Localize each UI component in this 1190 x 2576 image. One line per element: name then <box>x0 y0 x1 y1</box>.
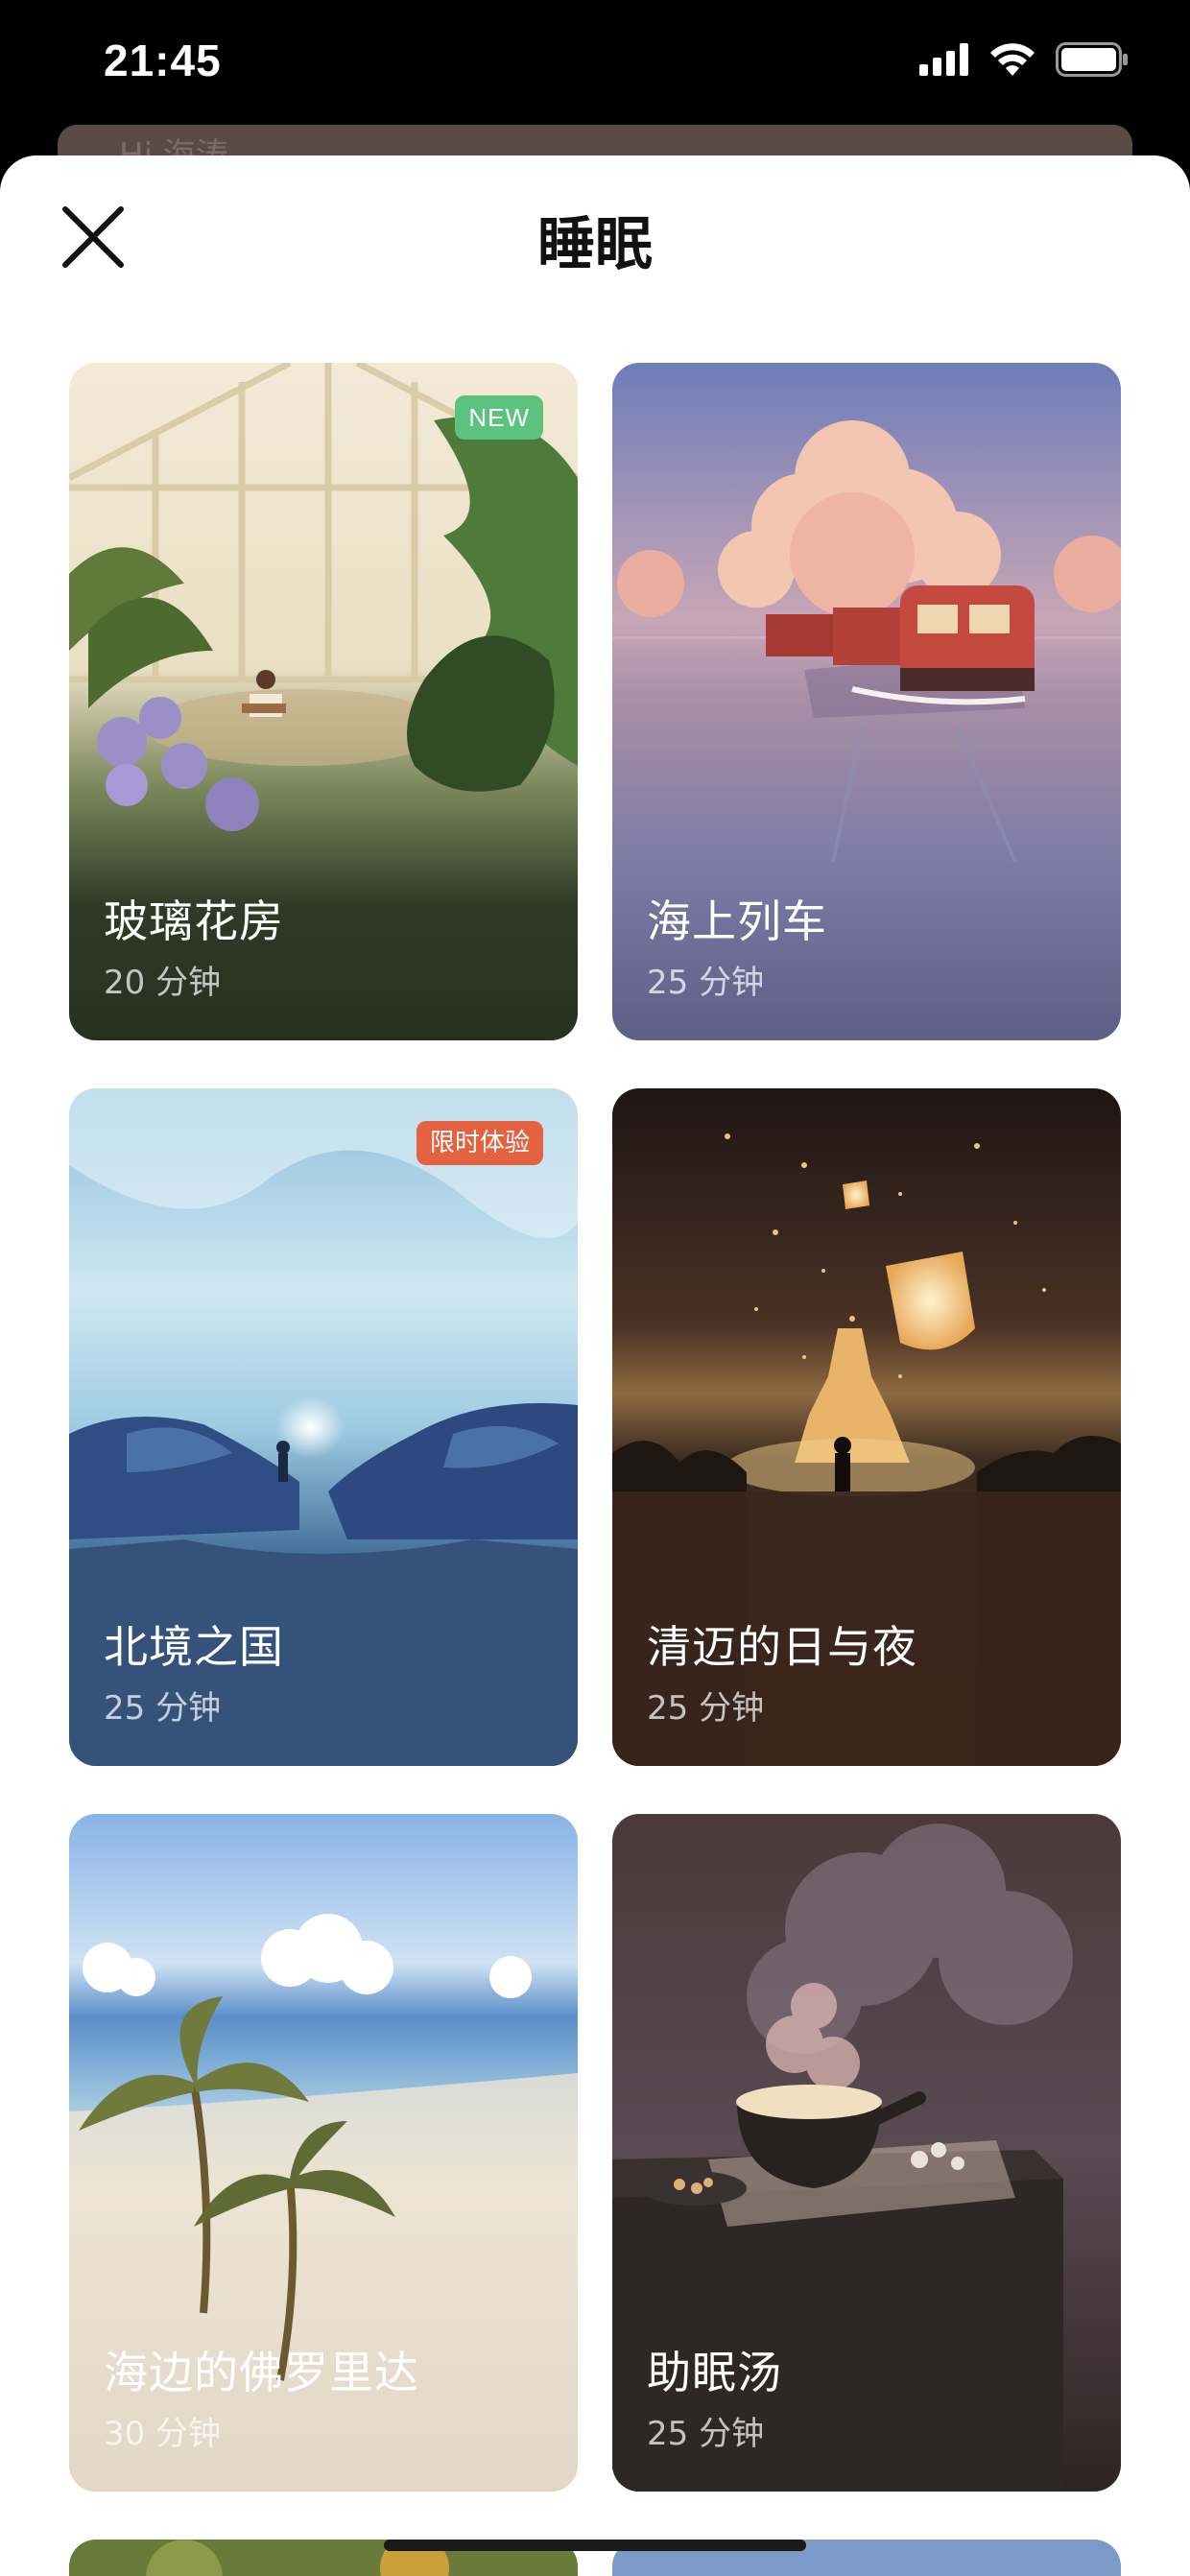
card-duration: 20 分钟 <box>104 964 222 1002</box>
card-title: 玻璃花房 <box>104 895 284 947</box>
sleep-card-soup[interactable]: 助眠汤 25 分钟 <box>612 1814 1121 2492</box>
card-duration: 25 分钟 <box>647 964 765 1002</box>
status-icons <box>919 42 1129 77</box>
card-title: 清迈的日与夜 <box>647 1621 917 1673</box>
card-duration: 25 分钟 <box>647 1689 765 1728</box>
sleep-card-lanterns[interactable]: 清迈的日与夜 25 分钟 <box>612 1088 1121 1766</box>
card-duration: 25 分钟 <box>104 1689 222 1728</box>
card-title: 助眠汤 <box>647 2347 782 2398</box>
home-indicator <box>384 2540 806 2551</box>
sleep-card-beach[interactable]: 海边的佛罗里达 30 分钟 <box>69 1814 578 2492</box>
page-title: 睡眠 <box>537 211 653 278</box>
status-bar: 21:45 <box>0 0 1190 134</box>
cellular-signal-icon <box>919 43 968 76</box>
sleep-sheet: 睡眠 NEW 玻璃花房 20 分钟 海上列车 25 分钟 限时体验 北境之国 2… <box>0 155 1190 2576</box>
sleep-card-sea-train[interactable]: 海上列车 25 分钟 <box>612 363 1121 1040</box>
status-time: 21:45 <box>104 36 222 85</box>
sleep-card-ice-cave[interactable]: 限时体验 北境之国 25 分钟 <box>69 1088 578 1766</box>
limited-time-badge: 限时体验 <box>416 1121 543 1165</box>
card-title: 北境之国 <box>104 1621 284 1673</box>
battery-icon <box>1056 42 1128 77</box>
card-title: 海边的佛罗里达 <box>104 2347 419 2398</box>
wifi-icon <box>990 43 1035 76</box>
card-duration: 25 分钟 <box>647 2415 765 2453</box>
sleep-card-greenhouse[interactable]: NEW 玻璃花房 20 分钟 <box>69 363 578 1040</box>
card-title: 海上列车 <box>647 895 827 947</box>
card-duration: 30 分钟 <box>104 2415 222 2453</box>
new-badge: NEW <box>455 395 543 440</box>
